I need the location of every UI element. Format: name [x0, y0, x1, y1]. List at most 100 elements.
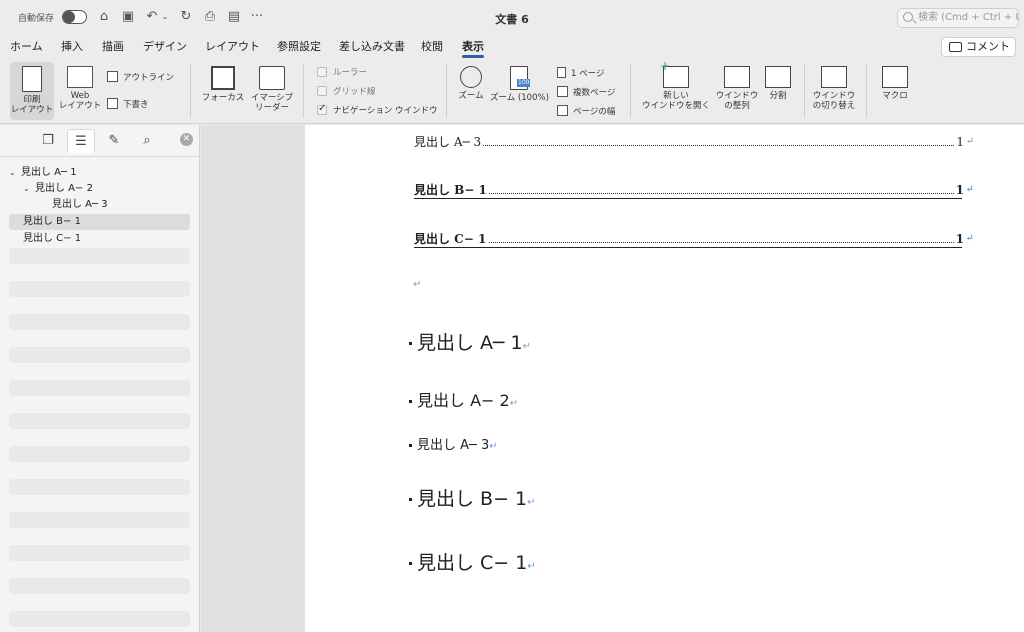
nav-placeholder — [9, 446, 190, 462]
print-layout-button[interactable]: 印刷 レイアウト — [10, 62, 54, 120]
multiple-pages-icon — [557, 86, 568, 97]
nav-placeholder — [9, 479, 190, 495]
draft-label: 下書き — [123, 100, 149, 110]
outline-button[interactable]: アウトライン — [107, 71, 174, 84]
nav-heading-item[interactable]: 見出し B− 1 — [9, 214, 190, 230]
nav-heading-item[interactable]: ⌄ 見出し A− 2 — [9, 181, 190, 197]
return-mark: ↵ — [489, 441, 498, 452]
nav-heading-item[interactable]: ⌄ 見出し A─ 1 — [9, 165, 190, 181]
return-mark: ↵ — [965, 136, 974, 147]
toc-entry[interactable]: 見出し C− 1 1 ↵ — [414, 231, 974, 248]
navigation-pane-checkbox[interactable]: ナビゲーション ウインドウ — [317, 103, 438, 117]
split-button[interactable]: 分割 — [762, 66, 794, 101]
tab-view[interactable]: 表示 — [462, 38, 484, 58]
thumbnails-tab-icon[interactable]: ❐ — [34, 129, 62, 153]
nav-placeholder — [9, 248, 190, 264]
zoom-button[interactable]: ズーム — [455, 66, 487, 101]
page-width-button[interactable]: ページの幅 — [557, 105, 615, 118]
paragraph-mark-icon — [409, 562, 412, 565]
toc-page-number: 1 — [954, 134, 964, 150]
web-layout-button[interactable]: Web レイアウト — [58, 66, 102, 111]
one-page-icon — [557, 67, 566, 78]
heading-a3[interactable]: 見出し A─ 3↵ — [409, 434, 498, 453]
new-window-icon: + — [660, 60, 689, 88]
nav-heading-label: 見出し A─ 1 — [21, 167, 77, 178]
immersive-reader-button[interactable]: イマーシブ リーダー — [249, 66, 295, 113]
ribbon-separator — [190, 64, 191, 118]
heading-text: 見出し A─ 3 — [417, 438, 490, 453]
heading-text: 見出し B− 1 — [417, 488, 528, 510]
search-input[interactable]: 検索 (Cmd + Ctrl + U) — [897, 8, 1019, 28]
chevron-down-icon[interactable]: ⌄ — [9, 165, 21, 181]
toc-entry[interactable]: 見出し B− 1 1 ↵ — [414, 182, 974, 199]
gridlines-checkbox[interactable]: グリッド線 — [317, 86, 376, 98]
ruler-checkbox[interactable]: ルーラー — [317, 67, 367, 79]
heading-a2[interactable]: 見出し A− 2↵ — [409, 387, 518, 411]
nav-placeholder — [9, 413, 190, 429]
pages-tab-icon[interactable]: ✎ — [100, 129, 128, 153]
heading-c1[interactable]: 見出し C− 1↵ — [409, 548, 536, 575]
multiple-pages-button[interactable]: 複数ページ — [557, 86, 615, 99]
search-tab-icon[interactable]: ⌕ — [133, 129, 161, 153]
nav-heading-label: 見出し C− 1 — [23, 233, 82, 244]
nav-placeholder — [9, 545, 190, 561]
one-page-label: 1 ページ — [571, 69, 605, 79]
heading-text: 見出し A− 2 — [417, 391, 510, 410]
headings-tab-icon[interactable]: ☰ — [67, 129, 95, 153]
return-mark: ↵ — [509, 398, 519, 409]
toc-entry[interactable]: 見出し A─ 3 1 ↵ — [414, 134, 974, 150]
tab-design[interactable]: デザイン — [143, 38, 187, 54]
tab-home[interactable]: ホーム — [10, 38, 43, 54]
plus-icon: + — [660, 59, 671, 73]
immersive-reader-icon — [259, 66, 285, 90]
navigation-pane-label: ナビゲーション ウインドウ — [333, 106, 438, 116]
close-pane-icon[interactable]: ✕ — [180, 133, 193, 146]
page-width-icon — [557, 105, 568, 116]
tab-mailings[interactable]: 差し込み文書 — [339, 38, 405, 54]
heading-a1[interactable]: 見出し A─ 1↵ — [409, 328, 531, 355]
new-window-label-2: ウインドウを開く — [641, 101, 710, 111]
ruler-check-icon — [317, 67, 327, 77]
tab-insert[interactable]: 挿入 — [61, 38, 83, 54]
nav-heading-item[interactable]: 見出し C− 1 — [9, 231, 190, 247]
toc-underline — [414, 247, 962, 248]
draft-icon — [107, 98, 118, 109]
arrange-all-button[interactable]: ウインドウ の整列 — [715, 66, 759, 111]
chevron-down-icon[interactable]: ⌄ — [23, 181, 35, 197]
nav-placeholder — [9, 380, 190, 396]
split-label: 分割 — [769, 91, 787, 101]
switch-windows-button[interactable]: ウインドウ の切り替え — [810, 66, 858, 111]
tab-layout[interactable]: レイアウト — [205, 38, 260, 54]
heading-text: 見出し C− 1 — [417, 552, 528, 574]
tab-references[interactable]: 参照設定 — [277, 38, 321, 54]
zoom-100-badge: 100 — [517, 79, 531, 87]
title-bar: 自動保存 ⌂ ▣ ↶ ⌄ ↻ ⎙ ▤ ··· 文書 6 検索 (Cmd + Ct… — [0, 0, 1024, 34]
nav-heading-label: 見出し A─ 3 — [52, 199, 108, 210]
outline-icon — [107, 71, 118, 82]
macros-button[interactable]: マクロ — [872, 66, 918, 101]
zoom-label: ズーム — [458, 91, 484, 101]
draft-button[interactable]: 下書き — [107, 98, 149, 111]
ribbon-separator — [446, 64, 447, 118]
tab-draw[interactable]: 描画 — [102, 38, 124, 54]
comment-button[interactable]: コメント — [941, 37, 1016, 57]
tab-review[interactable]: 校閲 — [421, 38, 443, 54]
return-mark: ↵ — [965, 184, 974, 195]
focus-button[interactable]: フォーカス — [200, 66, 246, 103]
heading-b1[interactable]: 見出し B− 1↵ — [409, 484, 536, 511]
web-layout-label-2: レイアウト — [58, 101, 102, 111]
one-page-button[interactable]: 1 ページ — [557, 67, 604, 80]
ribbon-separator — [303, 64, 304, 118]
toc-page-number: 1 — [953, 231, 964, 247]
paragraph-mark-icon — [409, 498, 412, 501]
split-icon — [765, 66, 791, 88]
web-layout-label-1: Web — [70, 91, 90, 101]
toc-leader — [414, 145, 954, 146]
nav-placeholder — [9, 347, 190, 363]
zoom-100-button[interactable]: 100 ズーム (100%) — [490, 66, 549, 103]
nav-heading-item[interactable]: 見出し A─ 3 — [9, 197, 190, 213]
toc-label: 見出し C− 1 — [414, 231, 489, 247]
new-window-button[interactable]: + 新しい ウインドウを開く — [640, 60, 712, 111]
comment-label: コメント — [966, 40, 1010, 53]
document-page[interactable]: 見出し A─ 3 1 ↵ 見出し B− 1 1 ↵ 見出し C− 1 1 ↵ ↵… — [305, 125, 1024, 632]
